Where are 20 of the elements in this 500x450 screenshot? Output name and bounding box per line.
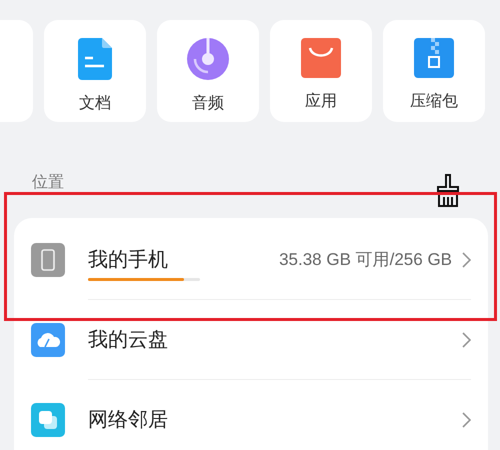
location-name[interactable]: 网络邻居 <box>88 408 168 432</box>
section-title: 位置 <box>32 174 64 192</box>
shopping-bag-icon <box>301 38 341 78</box>
chevron-icon[interactable] <box>462 252 471 268</box>
chevron-icon[interactable] <box>462 412 471 428</box>
network-icon <box>31 403 65 437</box>
phone-icon <box>31 243 65 277</box>
zip-file-icon <box>414 38 454 78</box>
cloud-icon <box>31 323 65 357</box>
chevron-icon[interactable] <box>462 332 471 348</box>
category-card[interactable]: 音频 <box>157 20 259 122</box>
location-name[interactable]: 我的云盘 <box>88 328 168 352</box>
category-card[interactable]: 应用 <box>270 20 372 122</box>
location-name[interactable]: 我的手机 <box>88 248 168 272</box>
storage-reading: 35.38 GB 可用/256 GB <box>279 248 452 271</box>
music-disc-icon <box>187 38 229 80</box>
category-card[interactable]: 压缩包 <box>383 20 485 122</box>
document-icon <box>78 38 112 80</box>
broom-icon[interactable] <box>436 174 460 208</box>
category-card[interactable]: 文档 <box>44 20 146 122</box>
